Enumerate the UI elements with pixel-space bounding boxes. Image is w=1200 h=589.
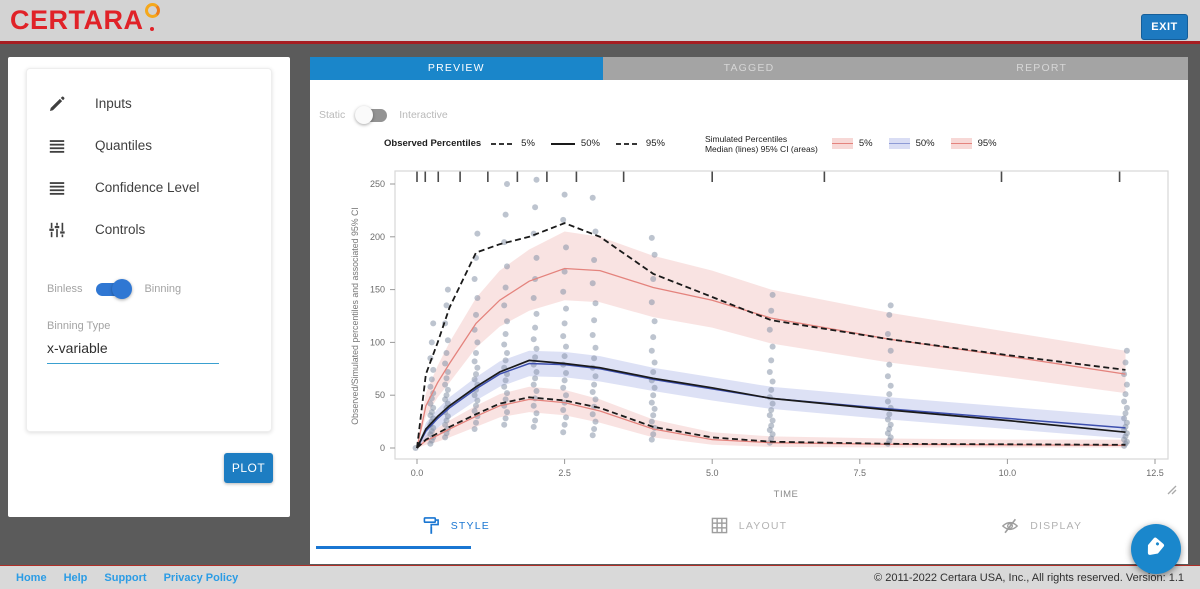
paint-roller-icon	[423, 516, 440, 535]
vpc-chart-svg: 0 50 100 150 200 250 0.0 2.5 5.0 7.5 10.0 12.5 TIME O…	[345, 167, 1185, 507]
svg-text:5.0: 5.0	[706, 468, 719, 478]
svg-text:2.5: 2.5	[558, 468, 571, 478]
tag-fab-button[interactable]	[1131, 524, 1181, 574]
footer-link-home[interactable]: Home	[16, 572, 47, 584]
footer-link-privacy-policy[interactable]: Privacy Policy	[164, 572, 239, 584]
legend-simulated-95: 95%	[951, 138, 997, 149]
top-tab-bar: PREVIEW TAGGED REPORT	[310, 57, 1188, 80]
sidebar-item-label: Quantiles	[95, 138, 152, 153]
legend-simulated-5: 5%	[832, 138, 873, 149]
svg-text:50: 50	[375, 390, 385, 400]
static-interactive-toggle[interactable]	[357, 109, 387, 122]
logo-ring-icon	[145, 3, 160, 18]
binning-type-select[interactable]: x-variable	[47, 340, 219, 364]
toggle-thumb	[112, 279, 132, 299]
interactive-label: Interactive	[399, 109, 447, 121]
blue-band-swatch	[889, 138, 910, 149]
toggle-thumb	[355, 106, 373, 124]
tab-layout[interactable]: LAYOUT	[603, 506, 896, 546]
sidebar-item-label: Inputs	[95, 96, 132, 111]
logo-text: CERTARA	[10, 5, 144, 35]
svg-text:200: 200	[370, 231, 385, 241]
content-region: Inputs Quantiles Confidence Level Contro…	[0, 44, 1200, 566]
tab-preview[interactable]: PREVIEW	[310, 57, 603, 80]
footer-link-support[interactable]: Support	[104, 572, 146, 584]
binless-label: Binless	[47, 283, 82, 295]
sidebar-item-confidence-level[interactable]: Confidence Level	[27, 167, 271, 209]
solid-line-sample	[551, 140, 575, 148]
legend-observed-95: 95%	[616, 138, 665, 149]
svg-text:0.0: 0.0	[411, 468, 424, 478]
binning-type-group: Binning Type x-variable	[27, 320, 271, 364]
svg-text:10.0: 10.0	[999, 468, 1017, 478]
certara-logo: CERTARA	[10, 5, 154, 35]
sidebar-item-controls[interactable]: Controls	[27, 209, 271, 251]
sidebar-item-label: Confidence Level	[95, 180, 199, 195]
eye-off-icon	[1001, 517, 1019, 535]
logo-dot-icon	[150, 27, 154, 31]
tag-icon	[1143, 536, 1169, 562]
pencil-icon	[47, 94, 67, 114]
svg-text:7.5: 7.5	[854, 468, 867, 478]
legend-observed-50: 50%	[551, 138, 600, 149]
red-band-swatch	[951, 138, 972, 149]
sidebar-item-inputs[interactable]: Inputs	[27, 83, 271, 125]
active-tab-indicator	[316, 546, 471, 549]
copyright-text: © 2011-2022 Certara USA, Inc., All right…	[874, 572, 1184, 584]
sidebar-item-label: Controls	[95, 222, 145, 237]
tab-tagged[interactable]: TAGGED	[603, 57, 896, 80]
static-label: Static	[319, 109, 345, 121]
dashed-line-sample	[491, 140, 515, 148]
bottom-tab-bar: STYLE LAYOUT DISPLAY	[310, 506, 1188, 546]
legend-observed-5: 5%	[491, 138, 535, 149]
svg-text:0: 0	[380, 443, 385, 453]
red-band-swatch	[832, 138, 853, 149]
top-bar: CERTARA EXIT	[0, 0, 1200, 41]
footer-bar: Home Help Support Privacy Policy © 2011-…	[0, 565, 1200, 589]
sliders-icon	[47, 220, 67, 240]
list-lines-icon	[47, 178, 67, 198]
dashed-line-sample	[616, 140, 640, 148]
svg-text:250: 250	[370, 179, 385, 189]
svg-text:150: 150	[370, 284, 385, 294]
svg-text:100: 100	[370, 337, 385, 347]
svg-text:TIME: TIME	[774, 489, 799, 500]
chart-legend: Observed Percentiles 5% 50% 95% Simulate…	[384, 134, 1013, 154]
svg-text:Observed/Simulated percentiles: Observed/Simulated percentiles and assoc…	[350, 207, 360, 425]
plot-button[interactable]: PLOT	[224, 453, 273, 483]
static-interactive-toggle-row: Static Interactive	[319, 109, 448, 122]
svg-text:12.5: 12.5	[1146, 468, 1164, 478]
observed-legend-title: Observed Percentiles	[384, 138, 481, 149]
sidebar-item-quantiles[interactable]: Quantiles	[27, 125, 271, 167]
binning-toggle-row: Binless Binning	[27, 283, 271, 296]
settings-card: Inputs Quantiles Confidence Level Contro…	[26, 68, 272, 432]
tab-report[interactable]: REPORT	[895, 57, 1188, 80]
exit-button[interactable]: EXIT	[1141, 14, 1188, 40]
preview-panel: PREVIEW TAGGED REPORT Static Interactive…	[310, 57, 1188, 564]
footer-link-help[interactable]: Help	[64, 572, 88, 584]
settings-panel: Inputs Quantiles Confidence Level Contro…	[8, 57, 290, 517]
footer-links: Home Help Support Privacy Policy	[16, 572, 255, 584]
tab-style[interactable]: STYLE	[310, 506, 603, 546]
chart-resize-grip[interactable]	[1165, 483, 1177, 495]
list-lines-icon	[47, 136, 67, 156]
binning-label: Binning	[144, 283, 181, 295]
vpc-chart: 0 50 100 150 200 250 0.0 2.5 5.0 7.5 10.0 12.5 TIME O…	[345, 167, 1185, 507]
simulated-legend-title: Simulated Percentiles Median (lines) 95%…	[705, 134, 818, 154]
grid-icon	[711, 517, 728, 534]
binning-type-label: Binning Type	[47, 320, 271, 332]
legend-simulated-50: 50%	[889, 138, 935, 149]
binning-toggle[interactable]	[96, 283, 130, 296]
